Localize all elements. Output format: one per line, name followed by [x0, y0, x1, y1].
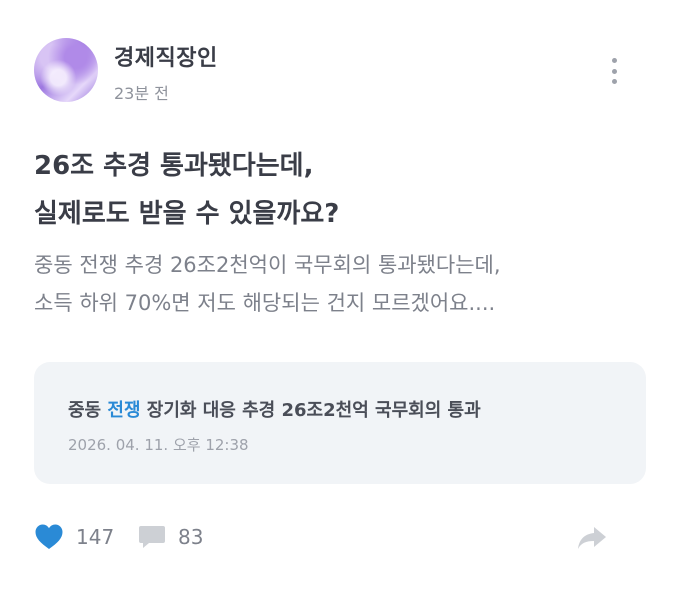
news-link-card[interactable]: 중동 전쟁 장기화 대응 추경 26조2천억 국무회의 통과 2026. 04.… — [34, 362, 646, 484]
post-body-line: 중동 전쟁 추경 26조2천억이 국무회의 통과됐다는데, — [34, 253, 501, 277]
comment-count: 83 — [178, 525, 204, 549]
post-title-line: 실제로도 받을 수 있을까요? — [34, 199, 340, 229]
news-card-keyword: 전쟁 — [107, 400, 141, 421]
post-body-line: 소득 하위 70%면 저도 해당되는 건지 모르겠어요.... — [34, 291, 496, 315]
avatar[interactable] — [34, 38, 98, 102]
post-title-line: 26조 추경 통과됐다는데, — [34, 151, 314, 181]
more-vertical-icon — [611, 58, 617, 63]
post-time: 23분 전 — [114, 84, 169, 103]
heart-icon — [35, 524, 63, 549]
news-card-title: 중동 전쟁 장기화 대응 추경 26조2천억 국무회의 통과 — [68, 400, 481, 421]
like-button[interactable]: 147 — [34, 520, 114, 554]
more-options-button[interactable] — [600, 56, 628, 86]
news-card-date: 2026. 04. 11. 오후 12:38 — [68, 436, 249, 454]
comment-button[interactable]: 83 — [138, 520, 203, 554]
share-arrow-icon — [578, 527, 606, 549]
share-button[interactable] — [576, 524, 608, 552]
like-count: 147 — [76, 525, 115, 549]
speech-bubble-icon — [139, 526, 165, 548]
community-post: 경제직장인 23분 전 26조 추경 통과됐다는데, 실제로도 받을 수 있을까… — [0, 0, 680, 592]
author-name[interactable]: 경제직장인 — [114, 40, 218, 72]
post-title[interactable]: 26조 추경 통과됐다는데, 실제로도 받을 수 있을까요? — [34, 142, 646, 238]
post-body[interactable]: 중동 전쟁 추경 26조2천억이 국무회의 통과됐다는데, 소득 하위 70%면… — [34, 246, 654, 322]
